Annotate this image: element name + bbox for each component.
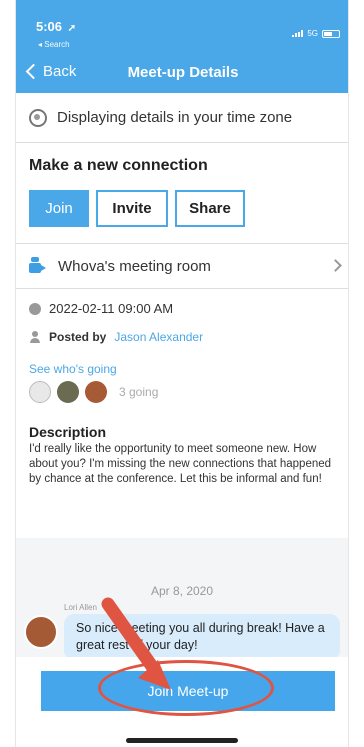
location-arrow-icon: ➚ <box>67 23 77 34</box>
meeting-room-label: Whova's meeting room <box>58 257 211 275</box>
posted-prefix: Posted by <box>49 330 107 344</box>
meeting-room-row[interactable]: Whova's meeting room <box>16 243 348 289</box>
event-datetime: 2022-02-11 09:00 AM <box>29 301 173 316</box>
description-text: I'd really like the opportunity to meet … <box>29 443 332 485</box>
chat-message: So nice meeting you all during break! Ha… <box>64 614 340 660</box>
attendee-avatars[interactable]: 3 going <box>29 381 158 403</box>
poster-link[interactable]: Jason Alexander <box>114 330 203 344</box>
share-button[interactable]: Share <box>175 190 245 227</box>
timezone-text: Displaying details in your time zone <box>57 109 293 126</box>
chevron-right-icon <box>329 259 342 272</box>
page-title: Meet-up Details <box>127 64 239 81</box>
status-time-text: 5:06 <box>36 19 63 34</box>
connection-actions: Join Invite Share <box>29 190 245 227</box>
timezone-notice: Displaying details in your time zone <box>16 93 348 143</box>
going-count: 3 going <box>119 385 159 399</box>
phone-screen: 5:06 ➚ ◂ Search 5G Back Meet-up Details … <box>15 0 349 747</box>
app-header: 5:06 ➚ ◂ Search 5G Back Meet-up Details <box>16 0 348 93</box>
status-time: 5:06 ➚ <box>36 19 76 34</box>
globe-icon <box>29 108 47 127</box>
chat-sender: Lori Allen <box>64 603 97 612</box>
avatar[interactable] <box>57 381 79 403</box>
annotation-highlight-circle <box>98 660 274 716</box>
status-indicators: 5G <box>292 29 340 38</box>
video-camera-icon <box>29 257 46 275</box>
avatar[interactable] <box>85 381 107 403</box>
posted-by: Posted by Jason Alexander <box>29 330 203 344</box>
chat-date: Apr 8, 2020 <box>150 584 214 598</box>
connection-title: Make a new connection <box>29 157 208 174</box>
avatar[interactable] <box>24 615 58 649</box>
see-whos-going-link[interactable]: See who's going <box>29 362 117 376</box>
battery-icon <box>322 29 340 38</box>
carrier-label: 5G <box>307 29 318 38</box>
home-indicator <box>126 738 238 743</box>
status-back-app[interactable]: ◂ Search <box>38 40 70 49</box>
person-icon <box>29 331 41 343</box>
clock-icon <box>29 302 41 315</box>
join-button[interactable]: Join <box>29 190 89 227</box>
description-title: Description <box>29 424 107 440</box>
signal-icon <box>292 30 304 37</box>
avatar[interactable] <box>29 381 51 403</box>
datetime-text: 2022-02-11 09:00 AM <box>49 301 174 316</box>
invite-button[interactable]: Invite <box>96 190 168 227</box>
